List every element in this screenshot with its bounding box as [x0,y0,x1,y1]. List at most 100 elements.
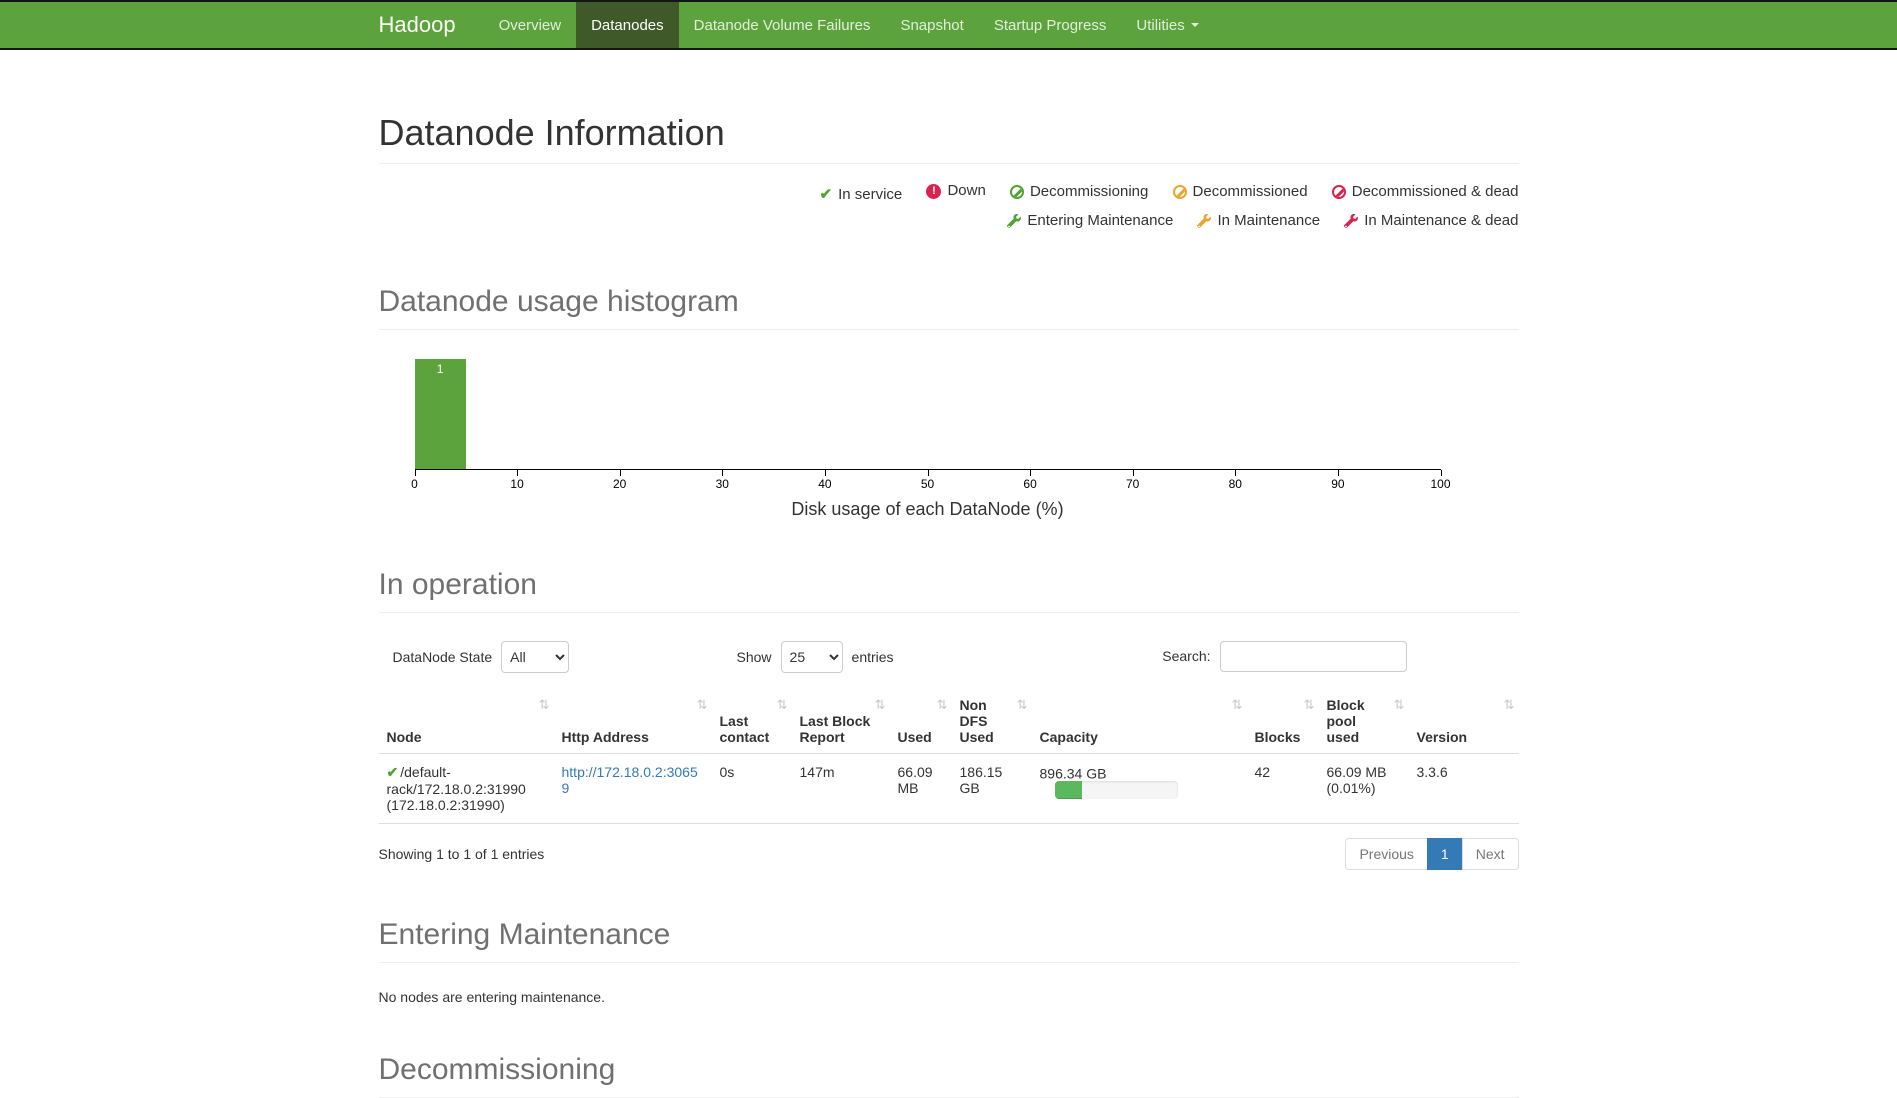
nav-item-snapshot[interactable]: Snapshot [885,2,978,48]
cell-blocks: 42 [1247,753,1319,823]
http-address-link[interactable]: http://172.18.0.2:30659 [562,764,698,796]
x-tick: 30 [716,477,729,491]
column-header-non-dfs-used[interactable]: Non DFS Used [952,689,1032,754]
legend-item-decommissioned-dead: Decommissioned & dead [1332,179,1519,205]
ban-icon [1173,185,1187,199]
search-label: Search: [1162,648,1210,664]
column-label: Block pool used [1327,697,1365,745]
column-label: Version [1417,729,1468,745]
nav-item-datanodes[interactable]: Datanodes [576,2,679,48]
legend-label: In Maintenance [1217,208,1320,234]
column-header-version[interactable]: Version [1409,689,1519,754]
sort-icon [777,697,788,713]
legend-label: In service [838,182,902,208]
legend-item-decommissioning: Decommissioning [1010,179,1148,205]
sort-icon [1504,697,1515,713]
capacity-progress-bar [1055,781,1178,799]
wrench-icon [1197,214,1211,228]
table-header-row: Node Http Address Last contact Last Bloc… [379,689,1519,754]
column-label: Http Address [562,729,649,745]
cell-non-dfs-used: 186.15 GB [952,753,1032,823]
ban-icon [1010,185,1024,199]
in-operation-section-title: In operation [379,568,1519,602]
status-legend: In service Down Decommissioning Decommis… [379,178,1519,237]
x-tick: 100 [1430,477,1450,491]
x-tick: 40 [818,477,831,491]
x-tick: 0 [411,477,418,491]
x-tick: 20 [613,477,626,491]
capacity-progress-fill [1055,781,1082,799]
nav-item-utilities[interactable]: Utilities [1121,2,1213,48]
table-row: /default-rack/172.18.0.2:31990 (172.18.0… [379,753,1519,823]
x-tick: 70 [1126,477,1139,491]
datanode-state-select[interactable]: All [501,641,569,673]
column-label: Last contact [720,713,770,745]
search-input[interactable] [1220,641,1407,672]
datanode-state-label: DataNode State [393,649,493,665]
page-1-button[interactable]: 1 [1427,838,1463,870]
datanode-usage-histogram: 1 0 10 20 30 40 50 60 70 80 90 100 Disk … [415,360,1441,520]
hadoop-brand[interactable]: Hadoop [379,2,470,48]
legend-label: Decommissioned & dead [1352,179,1519,205]
x-tick: 50 [921,477,934,491]
column-header-node[interactable]: Node [379,689,554,754]
cell-http-address: http://172.18.0.2:30659 [554,753,712,823]
check-icon [387,764,399,780]
legend-item-in-maintenance: In Maintenance [1197,208,1320,234]
page-size-select[interactable]: 25 [781,641,843,673]
cell-last-block-report: 147m [792,753,890,823]
column-header-last-contact[interactable]: Last contact [712,689,792,754]
cell-node: /default-rack/172.18.0.2:31990 (172.18.0… [379,753,554,823]
next-page-button[interactable]: Next [1462,838,1519,870]
nav-item-datanode-volume-failures[interactable]: Datanode Volume Failures [679,2,886,48]
sort-icon [937,697,948,713]
sort-icon [875,697,886,713]
pagination: Previous 1 Next [1345,838,1518,870]
column-header-http-address[interactable]: Http Address [554,689,712,754]
sort-icon [697,697,708,713]
nav-item-overview[interactable]: Overview [484,2,577,48]
histogram-section-title: Datanode usage histogram [379,285,1519,319]
nav-item-startup-progress[interactable]: Startup Progress [979,2,1122,48]
wrench-icon [1344,214,1358,228]
histogram-bar: 1 [415,359,466,469]
column-header-used[interactable]: Used [890,689,952,754]
column-header-last-block-report[interactable]: Last Block Report [792,689,890,754]
column-header-capacity[interactable]: Capacity [1032,689,1247,754]
column-label: Capacity [1040,729,1098,745]
x-axis-label: Disk usage of each DataNode (%) [415,499,1441,520]
entering-maintenance-empty-message: No nodes are entering maintenance. [379,989,1519,1005]
legend-item-in-maintenance-dead: In Maintenance & dead [1344,208,1518,234]
cell-block-pool-used: 66.09 MB (0.01%) [1319,753,1409,823]
table-info: Showing 1 to 1 of 1 entries [379,846,545,862]
cell-capacity: 896.34 GB [1032,753,1247,823]
legend-item-entering-maintenance: Entering Maintenance [1007,208,1173,234]
utilities-label: Utilities [1136,17,1184,34]
datanodes-table: Node Http Address Last contact Last Bloc… [379,689,1519,824]
ban-icon [1332,185,1346,199]
sort-icon [1017,697,1028,713]
cell-used: 66.09 MB [890,753,952,823]
legend-label: Down [947,178,985,204]
x-tick: 80 [1229,477,1242,491]
previous-page-button[interactable]: Previous [1345,838,1427,870]
decommissioning-section-title: Decommissioning [379,1053,1519,1087]
page-title: Datanode Information [379,112,1519,154]
entries-label: entries [852,649,894,665]
x-tick: 90 [1331,477,1344,491]
column-label: Non DFS Used [960,697,994,745]
column-header-block-pool-used[interactable]: Block pool used [1319,689,1409,754]
sort-icon [1232,697,1243,713]
sort-icon [539,697,550,713]
legend-label: Decommissioning [1030,179,1148,205]
exclamation-circle-icon [926,184,941,199]
legend-label: Entering Maintenance [1027,208,1173,234]
caret-down-icon [1191,23,1199,27]
x-tick: 60 [1023,477,1036,491]
legend-item-down: Down [926,178,985,204]
wrench-icon [1007,214,1021,228]
column-header-blocks[interactable]: Blocks [1247,689,1319,754]
cell-version: 3.3.6 [1409,753,1519,823]
column-label: Last Block Report [800,713,871,745]
top-navbar: Hadoop Overview Datanodes Datanode Volum… [0,0,1897,50]
